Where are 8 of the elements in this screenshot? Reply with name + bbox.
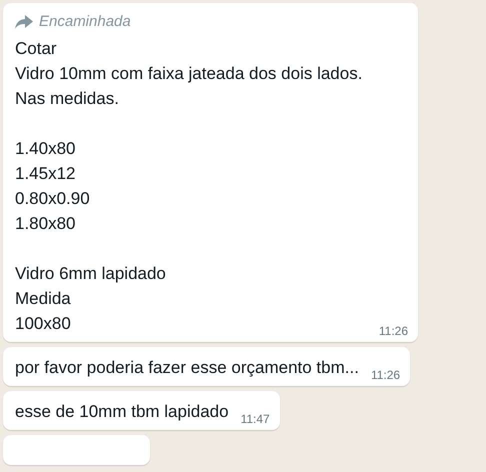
message-text: esse de 10mm tbm lapidado [15, 401, 229, 423]
message-text: Cotar Vidro 10mm com faixa jateada dos dois lados. Nas medidas. 1.40x80 1.45x12 0.80x0.90 1.80x80 Vidro 6mm lapidado Medida 100x80 [15, 38, 362, 335]
message-time: 11:26 [378, 324, 408, 338]
forward-arrow-icon [15, 14, 33, 28]
message-time: 11:47 [240, 412, 270, 426]
forwarded-label: Encaminhada [39, 13, 131, 30]
message-time: 11:26 [370, 368, 400, 382]
message-text: por favor poderia fazer esse orçamento tbm... [15, 357, 359, 379]
